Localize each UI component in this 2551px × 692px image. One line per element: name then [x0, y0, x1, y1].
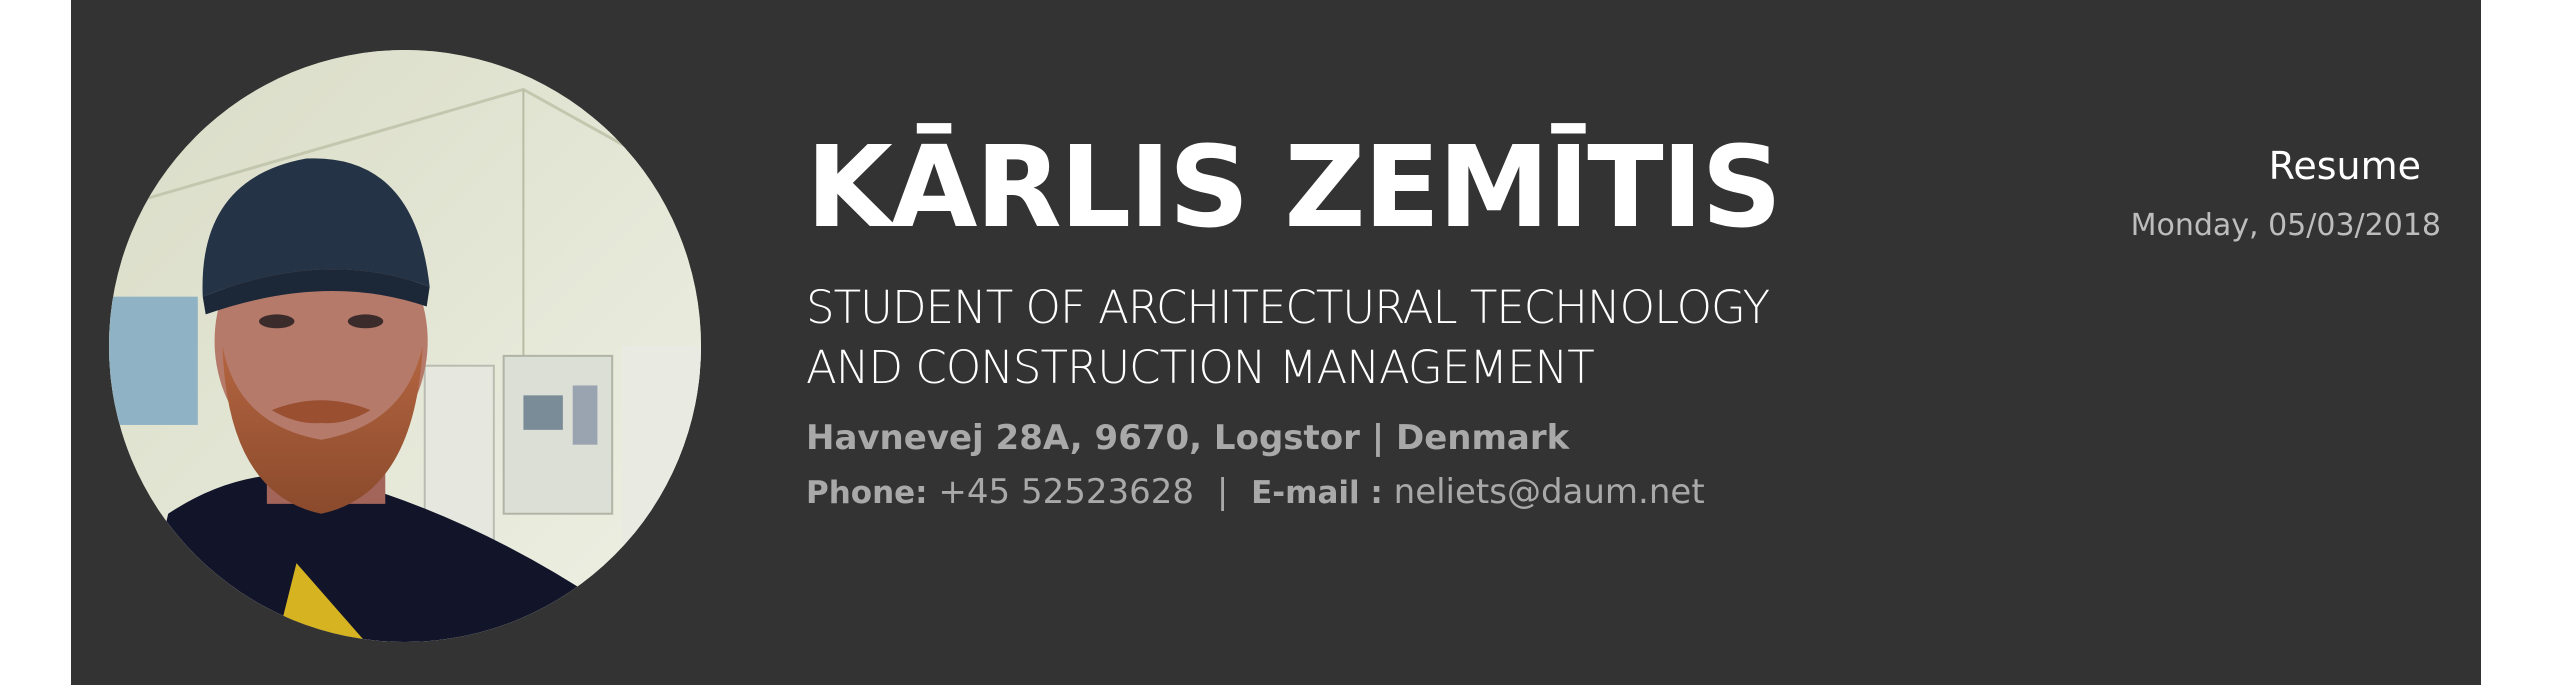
document-type: Resume [2268, 144, 2421, 188]
title-line-2: AND CONSTRUCTION MANAGEMENT [806, 341, 1595, 394]
document-date: Monday, 05/03/2018 [2130, 208, 2441, 243]
contact-line: Phone: +45 52523628 | E-mail : neliets@d… [806, 472, 1705, 513]
phone-label: Phone: [806, 475, 928, 511]
phone-value[interactable]: +45 52523628 [938, 472, 1194, 512]
profile-photo-image [109, 50, 701, 642]
title-line-1: STUDENT OF ARCHITECTURAL TECHNOLOGY [806, 281, 1770, 334]
email-value[interactable]: neliets@daum.net [1394, 472, 1705, 512]
profile-photo [109, 50, 701, 642]
candidate-title: STUDENT OF ARCHITECTURAL TECHNOLOGY AND … [806, 278, 1770, 398]
candidate-name: KĀRLIS ZEMĪTIS [806, 123, 1782, 253]
address: Havnevej 28A, 9670, Logstor | Denmark [806, 418, 1570, 458]
resume-header-banner: KĀRLIS ZEMĪTIS STUDENT OF ARCHITECTURAL … [71, 0, 2481, 685]
contact-separator: | [1216, 472, 1229, 512]
email-label: E-mail : [1251, 475, 1383, 511]
